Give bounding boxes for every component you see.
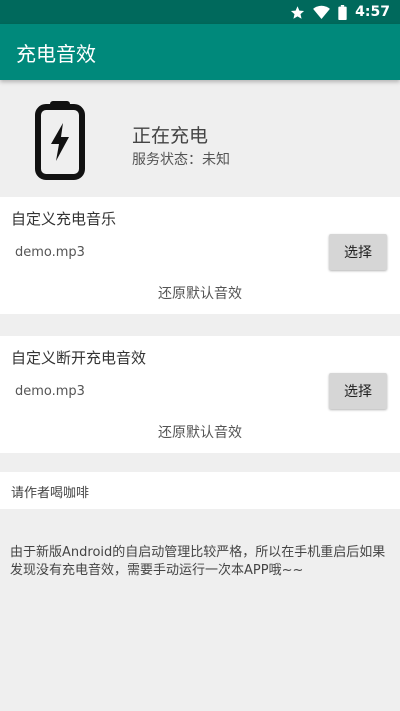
custom-music-card: 自定义充电音乐 demo.mp3 选择 还原默认音效: [0, 197, 400, 314]
charging-status-panel: 正在充电 服务状态：未知: [0, 80, 400, 197]
choose-music-button[interactable]: 选择: [329, 234, 387, 270]
buy-coffee-label: 请作者喝咖啡: [11, 486, 90, 501]
wifi-icon: [313, 5, 331, 19]
autostart-notice: 由于新版Android的自启动管理比较严格，所以在手机重启后如果发现没有充电音效…: [10, 545, 386, 578]
battery-status-icon: [338, 4, 347, 20]
clock: 4:57: [355, 4, 390, 20]
restore-default-disconnect-button[interactable]: 还原默认音效: [0, 422, 400, 442]
restore-default-music-button[interactable]: 还原默认音效: [0, 283, 400, 303]
custom-music-file: demo.mp3: [15, 245, 85, 260]
app-title: 充电音效: [16, 41, 96, 66]
custom-disconnect-title: 自定义断开充电音效: [11, 349, 147, 367]
choose-disconnect-sound-button[interactable]: 选择: [329, 373, 387, 409]
buy-coffee-row[interactable]: 请作者喝咖啡: [0, 472, 400, 509]
custom-music-title: 自定义充电音乐: [11, 210, 117, 228]
star-icon: [290, 5, 305, 20]
custom-disconnect-card: 自定义断开充电音效 demo.mp3 选择 还原默认音效: [0, 336, 400, 453]
status-bar: 4:57: [0, 0, 400, 24]
charge-status: 正在充电: [132, 125, 209, 147]
app-bar: 充电音效: [0, 24, 400, 80]
charging-battery-icon: [35, 101, 85, 180]
custom-disconnect-file: demo.mp3: [15, 384, 85, 399]
service-status: 服务状态：未知: [132, 152, 230, 168]
